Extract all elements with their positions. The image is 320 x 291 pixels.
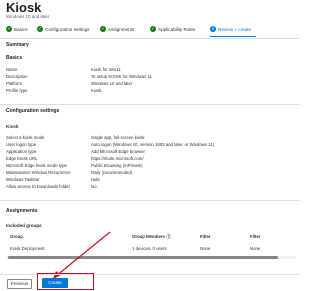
highlight-box	[37, 273, 94, 290]
annotation-arrow	[53, 231, 111, 279]
previous-button[interactable]: Previous	[7, 279, 32, 289]
